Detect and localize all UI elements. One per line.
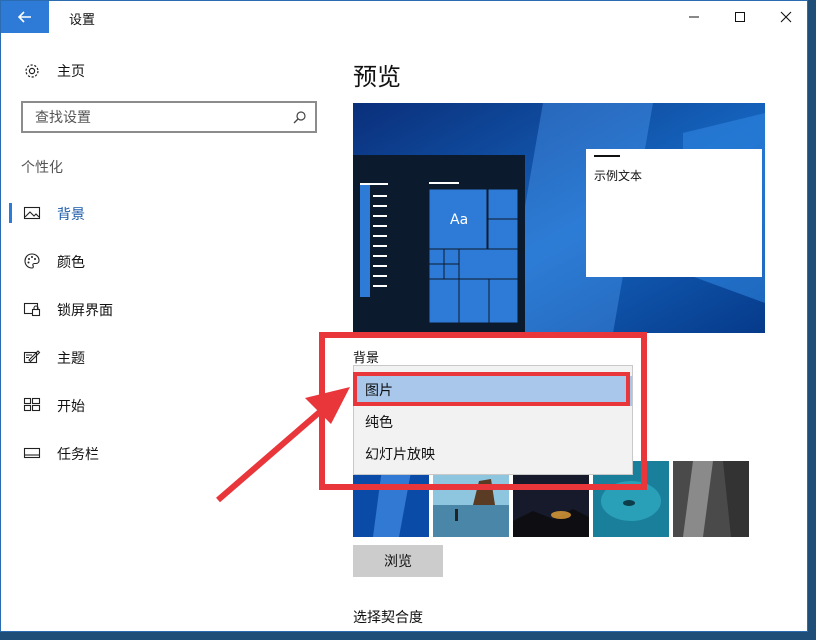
sidebar-item-label: 主题 xyxy=(57,351,85,367)
start-icon xyxy=(23,397,41,412)
picture-icon xyxy=(23,206,41,220)
sidebar-item-taskbar[interactable]: 任务栏 xyxy=(1,435,321,471)
sample-text: 示例文本 xyxy=(594,168,642,183)
desktop-wallpaper-image: Aa 示例文本 xyxy=(353,103,765,333)
watermark: Bai 经验 jingyan.baidu.com xyxy=(616,562,736,614)
sidebar: 主页 个性化 背景 颜色 xyxy=(1,33,333,631)
background-type-dropdown[interactable]: 图片 纯色 幻灯片放映 xyxy=(353,365,633,475)
settings-window: 设置 主页 个性化 xyxy=(0,0,808,632)
sidebar-item-label: 背景 xyxy=(57,207,85,223)
wallpaper-thumb[interactable] xyxy=(673,461,749,537)
sidebar-item-start[interactable]: 开始 xyxy=(1,387,321,423)
sidebar-item-label: 颜色 xyxy=(57,255,85,271)
close-icon xyxy=(780,11,792,23)
gear-icon xyxy=(25,64,39,78)
watermark-brand-cn: 经验 xyxy=(688,568,737,596)
main-content: 预览 Aa 示例文本 背景 图片 纯色 幻灯片放映 浏览 选择契合度 xyxy=(333,33,807,631)
title-bar: 设置 xyxy=(1,1,807,33)
lockscreen-icon xyxy=(23,302,41,317)
dropdown-option-solid-color[interactable]: 纯色 xyxy=(354,408,632,438)
sidebar-item-colors[interactable]: 颜色 xyxy=(1,243,321,279)
palette-icon xyxy=(24,253,40,269)
background-type-label: 背景 xyxy=(353,351,380,366)
maximize-icon xyxy=(735,12,745,22)
taskbar-icon xyxy=(23,447,41,459)
dropdown-option-picture[interactable]: 图片 xyxy=(354,376,632,406)
sidebar-item-background[interactable]: 背景 xyxy=(1,195,321,231)
watermark-brand: Bai xyxy=(616,567,663,597)
home-label: 主页 xyxy=(57,64,85,80)
minimize-icon xyxy=(689,16,699,18)
back-button[interactable] xyxy=(1,1,49,33)
active-indicator xyxy=(9,203,12,223)
search-icon xyxy=(293,111,306,124)
maximize-button[interactable] xyxy=(717,1,763,33)
sidebar-item-lockscreen[interactable]: 锁屏界面 xyxy=(1,291,321,327)
page-title: 预览 xyxy=(353,63,401,91)
section-label: 个性化 xyxy=(21,160,63,176)
sidebar-item-label: 开始 xyxy=(57,399,85,415)
choose-fit-label: 选择契合度 xyxy=(353,610,423,626)
watermark-url: jingyan.baidu.com xyxy=(618,601,720,614)
search-box[interactable] xyxy=(21,101,317,133)
close-button[interactable] xyxy=(763,1,807,33)
theme-icon xyxy=(23,350,41,364)
minimize-button[interactable] xyxy=(671,1,717,33)
tile-text: Aa xyxy=(450,212,468,228)
window-title: 设置 xyxy=(69,13,96,28)
arrow-left-icon xyxy=(18,11,31,23)
search-input[interactable] xyxy=(33,108,287,128)
sidebar-item-label: 任务栏 xyxy=(57,447,99,463)
dropdown-option-slideshow[interactable]: 幻灯片放映 xyxy=(354,440,632,470)
sidebar-item-themes[interactable]: 主题 xyxy=(1,339,321,375)
home-link[interactable]: 主页 xyxy=(23,61,85,81)
browse-button[interactable]: 浏览 xyxy=(353,545,443,577)
background-preview: Aa 示例文本 xyxy=(353,103,765,333)
sidebar-item-label: 锁屏界面 xyxy=(57,303,113,319)
